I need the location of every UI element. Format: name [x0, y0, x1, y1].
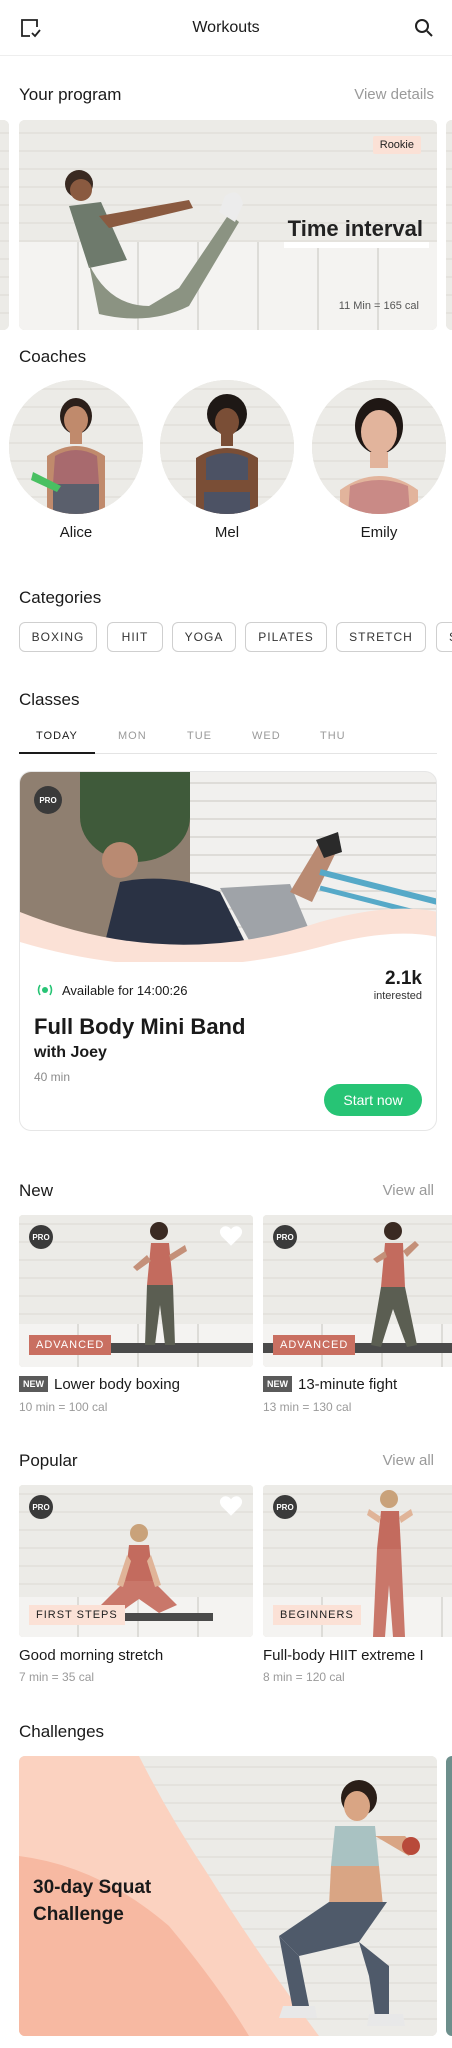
popular-tile-2[interactable]: PRO BEGINNERS: [263, 1485, 452, 1637]
new-badge: NEW: [263, 1376, 292, 1392]
new-tile-1[interactable]: PRO ADVANCED: [19, 1215, 253, 1367]
coach-name: Emily: [360, 524, 398, 541]
new-tile-2-image: [371, 1222, 419, 1347]
level-tag: FIRST STEPS: [29, 1605, 125, 1625]
popular-tile-2-title[interactable]: Full-body HIIT extreme I: [263, 1647, 424, 1664]
program-card[interactable]: Rookie Time interval 11 Min = 165 cal: [19, 120, 437, 330]
new-tile-2[interactable]: PRO ADVANCED: [263, 1215, 452, 1367]
coach-mel-image: [196, 394, 258, 514]
pro-badge: PRO: [273, 1495, 297, 1519]
class-duration: 40 min: [34, 1070, 71, 1084]
coach-avatar: [160, 380, 294, 514]
page-title: Workouts: [192, 18, 260, 36]
popular-tile-1-meta: 7 min = 35 cal: [19, 1670, 95, 1684]
popular-tile-2-image: [367, 1490, 413, 1637]
category-chip-hiit[interactable]: HIIT: [107, 622, 163, 652]
category-chip-stretch[interactable]: STRETCH: [336, 622, 426, 652]
challenges-heading: Challenges: [19, 1722, 105, 1741]
coach-avatar: [312, 380, 446, 514]
new-heading: New: [19, 1181, 54, 1200]
program-level-badge: Rookie: [372, 136, 421, 154]
category-chip-pilates[interactable]: PILATES: [245, 622, 327, 652]
tab-tue[interactable]: TUE: [187, 730, 212, 742]
active-tab-indicator: [19, 752, 95, 754]
next-program-card-peek[interactable]: [446, 120, 452, 330]
coach-alice[interactable]: Alice: [9, 380, 143, 541]
program-title: Time interval: [283, 216, 429, 248]
coach-avatar: [9, 380, 143, 514]
new-tile-1-image: [133, 1222, 187, 1345]
coach-mel[interactable]: Mel: [160, 380, 294, 541]
start-now-button[interactable]: Start now: [324, 1084, 422, 1116]
pro-badge: PRO: [29, 1495, 53, 1519]
coaches-heading: Coaches: [19, 347, 87, 366]
popular-tile-1[interactable]: PRO FIRST STEPS: [19, 1485, 253, 1637]
tab-today[interactable]: TODAY: [36, 730, 78, 742]
coach-emily[interactable]: Emily: [312, 380, 446, 541]
top-bar: Workouts: [0, 0, 452, 56]
pro-badge: PRO: [29, 1225, 53, 1249]
class-card[interactable]: PRO Available for 14:00:26 2.1k interest…: [19, 771, 437, 1131]
popular-heading: Popular: [19, 1451, 78, 1470]
program-heading: Your program: [19, 85, 122, 104]
popular-view-all-link[interactable]: View all: [383, 1452, 434, 1469]
pro-badge: PRO: [273, 1225, 297, 1249]
coach-emily-image: [340, 398, 418, 514]
next-challenge-card-peek[interactable]: [446, 1756, 452, 2036]
new-badge: NEW: [19, 1376, 48, 1392]
interested-label: interested: [373, 990, 422, 1002]
program-meta: 11 Min = 165 cal: [338, 300, 419, 312]
pro-badge: PRO: [34, 786, 62, 814]
challenge-card[interactable]: 30-day Squat Challenge: [19, 1756, 437, 2036]
challenge-athlete-image: [279, 1780, 420, 2026]
view-details-link[interactable]: View details: [354, 86, 434, 103]
tab-wed[interactable]: WED: [252, 730, 281, 742]
class-coach: with Joey: [34, 1044, 107, 1061]
new-tile-1-title[interactable]: NEW Lower body boxing: [19, 1376, 180, 1393]
level-tag: ADVANCED: [273, 1335, 356, 1355]
categories-heading: Categories: [19, 588, 102, 607]
category-chip-yoga[interactable]: YOGA: [172, 622, 236, 652]
popular-tile-1-title[interactable]: Good morning stretch: [19, 1647, 163, 1664]
program-athlete-image: [65, 170, 243, 319]
level-tag: BEGINNERS: [273, 1605, 361, 1625]
new-view-all-link[interactable]: View all: [383, 1182, 434, 1199]
category-chip-partial[interactable]: S: [436, 622, 452, 652]
prev-program-card-peek[interactable]: [0, 120, 9, 330]
coach-name: Alice: [59, 524, 93, 541]
category-chip-boxing[interactable]: BOXING: [19, 622, 97, 652]
calendar-check-icon[interactable]: [18, 16, 42, 40]
heart-icon[interactable]: [219, 1225, 243, 1247]
new-tile-2-meta: 13 min = 130 cal: [263, 1400, 352, 1414]
class-image: [20, 772, 436, 962]
availability-text: Available for 14:00:26: [62, 983, 188, 998]
popular-tile-2-meta: 8 min = 120 cal: [263, 1670, 345, 1684]
tab-mon[interactable]: MON: [118, 730, 147, 742]
heart-icon[interactable]: [219, 1495, 243, 1517]
new-tile-1-meta: 10 min = 100 cal: [19, 1400, 108, 1414]
challenge-title: 30-day Squat Challenge: [33, 1877, 152, 1925]
interested-count: 2.1k: [385, 968, 422, 989]
class-title: Full Body Mini Band: [34, 1014, 246, 1039]
coach-name: Mel: [214, 524, 240, 541]
search-icon[interactable]: [412, 16, 436, 40]
tab-thu[interactable]: THU: [320, 730, 346, 742]
live-broadcast-icon: [37, 984, 53, 996]
level-tag: ADVANCED: [29, 1335, 112, 1355]
coach-alice-image: [31, 398, 105, 514]
new-tile-2-title[interactable]: NEW 13-minute fight: [263, 1376, 397, 1393]
classes-heading: Classes: [19, 690, 80, 709]
